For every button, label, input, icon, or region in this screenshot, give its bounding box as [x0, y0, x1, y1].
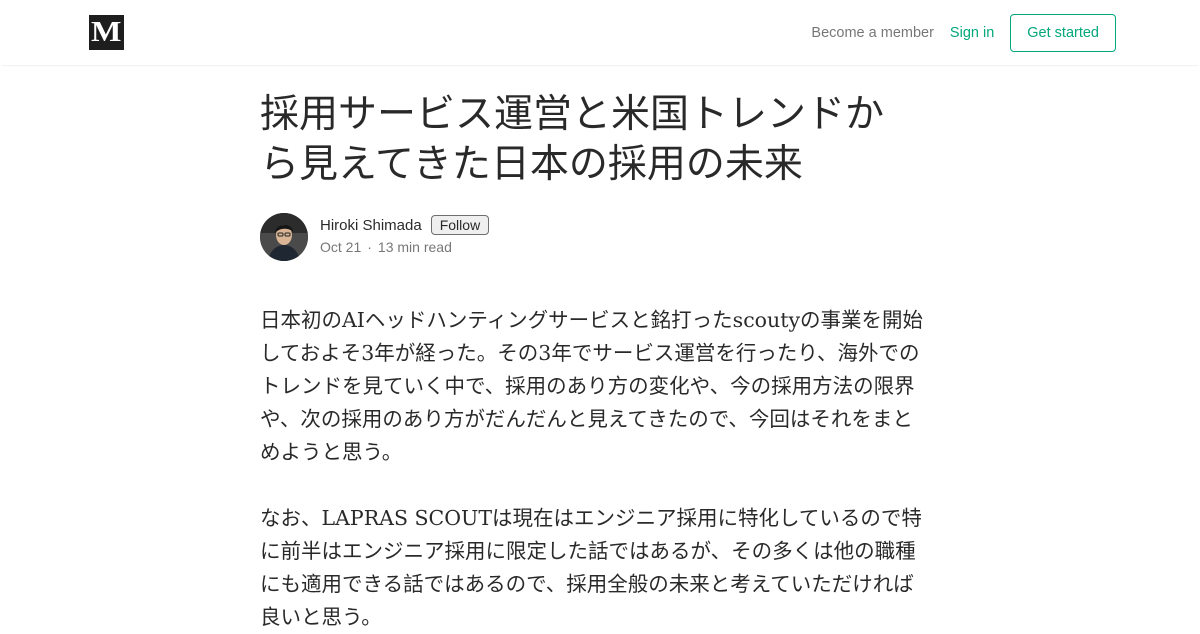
article-paragraph: 日本初のAIヘッドハンティングサービスと銘打ったscoutyの事業を開始しておよ… [260, 308, 924, 464]
meta-separator: · [367, 239, 372, 255]
post-meta: Oct 21 · 13 min read [320, 239, 452, 255]
article-title: 採用サービス運営と米国トレンドから見えてきた日本の採用の未来 [260, 92, 885, 187]
get-started-button[interactable]: Get started [1010, 14, 1116, 52]
author-row: Hiroki Shimada Follow [320, 215, 490, 235]
article-paragraph: なお、LAPRAS SCOUTは現在はエンジニア採用に特化しているので特に前半は… [260, 506, 922, 629]
sign-in-link[interactable]: Sign in [950, 25, 994, 41]
article-body: 日本初のAIヘッドハンティングサービスと銘打ったscoutyの事業を開始しておよ… [260, 304, 940, 634]
header-actions: Become a member Sign in Get started [811, 14, 1116, 52]
avatar-portrait-icon [260, 213, 308, 261]
author-name-link[interactable]: Hiroki Shimada [320, 217, 422, 234]
author-avatar[interactable] [260, 213, 308, 261]
post-date-link[interactable]: Oct 21 [320, 239, 361, 255]
author-byline: Hiroki Shimada Follow Oct 21 · 13 min re… [260, 213, 940, 261]
logo-letter: M [91, 16, 122, 48]
follow-button[interactable]: Follow [430, 215, 490, 235]
article: 採用サービス運営と米国トレンドから見えてきた日本の採用の未来 Hiroki Sh… [260, 90, 940, 629]
read-time: 13 min read [377, 239, 452, 255]
medium-logo[interactable]: M [89, 15, 124, 50]
top-nav-bar: M Become a member Sign in Get started [0, 0, 1200, 65]
become-member-link[interactable]: Become a member [811, 25, 934, 41]
